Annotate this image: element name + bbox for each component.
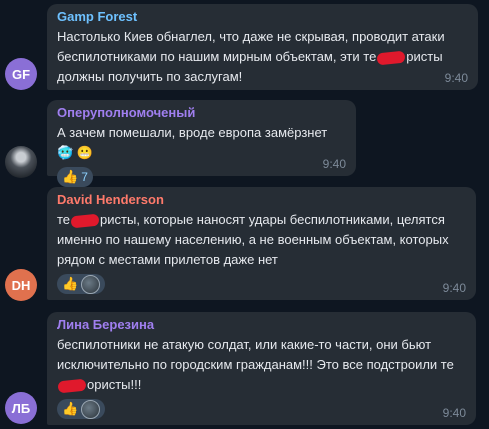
message-text: те ристы, которые наносят удары беспилотн… — [57, 212, 449, 267]
message-text: беспилотники не атакую солдат, или какие… — [57, 337, 454, 393]
message-time: 9:40 — [442, 281, 466, 295]
message-time: 9:40 — [444, 71, 468, 85]
reaction-count: 7 — [81, 170, 88, 184]
message-text: А зачем помешали, вроде европа замёрзнет… — [57, 125, 328, 160]
message-bubble[interactable]: Gamp Forest Настолько Киев обнаглел, что… — [47, 4, 478, 90]
reactor-avatar — [81, 274, 101, 294]
message-author[interactable]: David Henderson — [57, 192, 466, 207]
message-bubble[interactable]: Оперуполномоченый А зачем помешали, врод… — [47, 100, 356, 187]
reaction-badge[interactable]: 👍 7 — [57, 167, 93, 187]
reaction-badge[interactable]: 👍 — [57, 274, 106, 294]
message-time: 9:40 — [322, 157, 346, 171]
avatar[interactable] — [5, 146, 37, 178]
message-bubble[interactable]: Лина Березина беспилотники не атакую сол… — [47, 312, 476, 425]
message-author[interactable]: Gamp Forest — [57, 9, 468, 24]
message-author[interactable]: Оперуполномоченый — [57, 105, 346, 120]
avatar[interactable]: ЛБ — [5, 392, 37, 424]
thumbs-up-icon: 👍 — [62, 401, 79, 416]
message-author[interactable]: Лина Березина — [57, 317, 466, 332]
message-text: Настолько Киев обнаглел, что даже не скр… — [57, 29, 445, 84]
redaction-mark — [70, 213, 100, 228]
reaction-badge[interactable]: 👍 — [57, 399, 106, 419]
thumbs-up-icon: 👍 — [62, 169, 79, 184]
thumbs-up-icon: 👍 — [62, 276, 79, 291]
redaction-mark — [376, 50, 406, 65]
message-time: 9:40 — [442, 406, 466, 420]
avatar[interactable]: GF — [5, 58, 37, 90]
message-bubble[interactable]: David Henderson те ристы, которые наносят… — [47, 187, 476, 300]
avatar[interactable]: DH — [5, 269, 37, 301]
reactor-avatar — [81, 399, 101, 419]
redaction-mark — [57, 378, 87, 393]
